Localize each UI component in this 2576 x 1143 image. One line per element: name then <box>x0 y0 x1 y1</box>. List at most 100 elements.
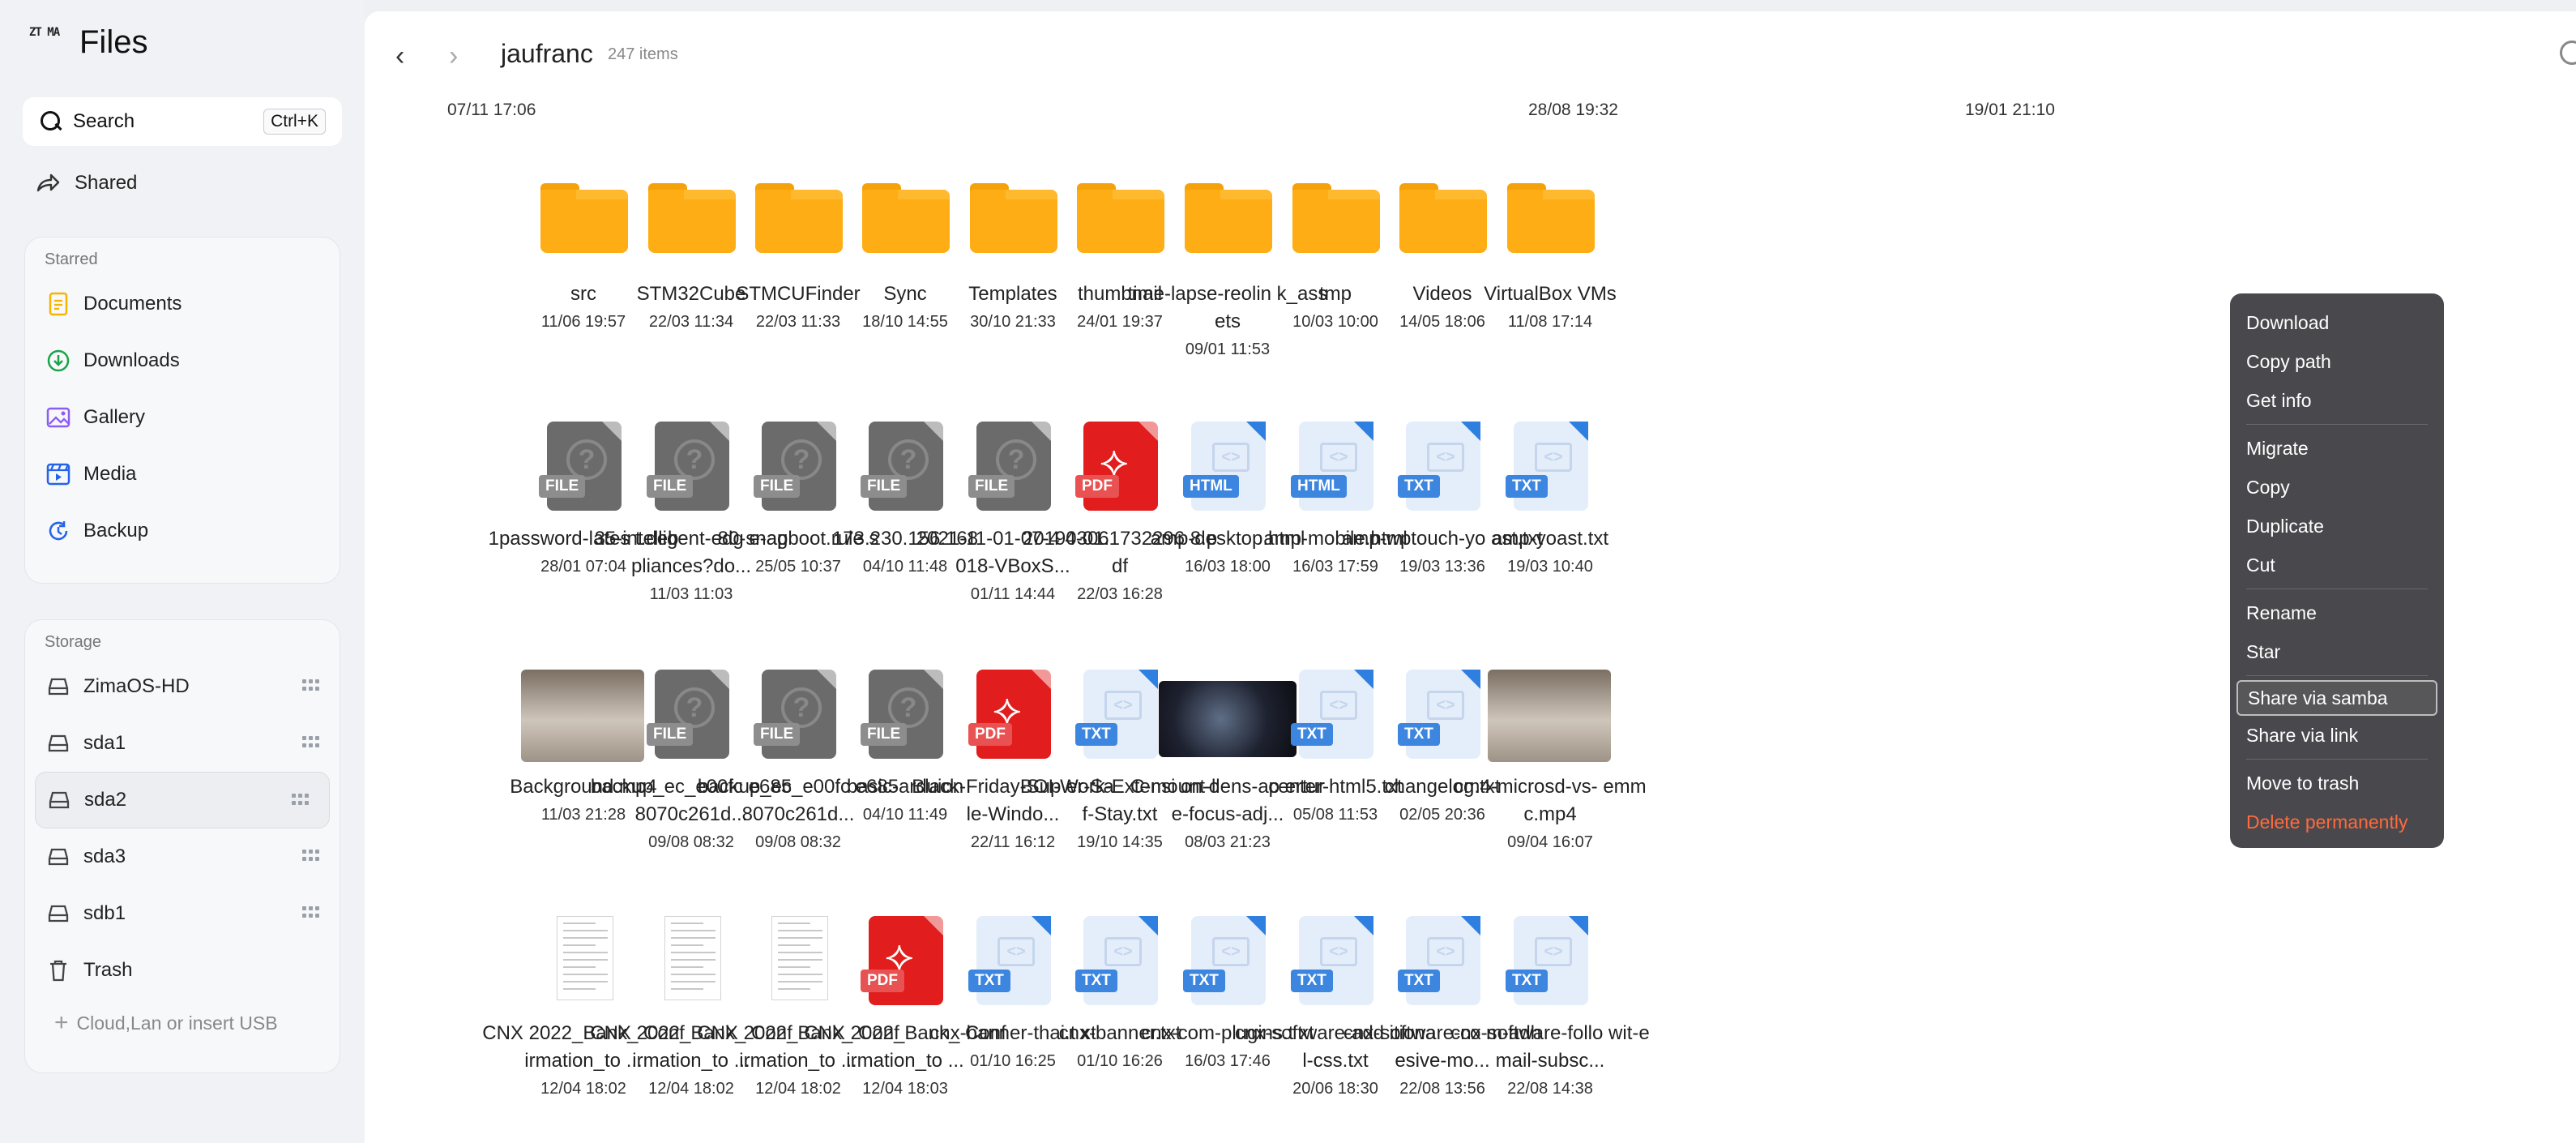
item-date: 19/01 21:10 <box>1965 101 2055 119</box>
file-date: 12/04 18:03 <box>862 1080 948 1098</box>
sidebar-item-backup[interactable]: Backup <box>25 503 340 559</box>
thumbnail: <> TXT <box>1449 422 1651 519</box>
sidebar-item-label: Trash <box>83 959 133 981</box>
file-type-badge: FILE <box>861 723 908 746</box>
menu-item-cut[interactable]: Cut <box>2236 546 2437 584</box>
sidebar-item-documents[interactable]: Documents <box>25 276 340 332</box>
sidebar-item-label: Backup <box>83 520 149 542</box>
starred-title: Starred <box>45 250 98 268</box>
menu-item-download[interactable]: Download <box>2236 303 2437 342</box>
item-count: 247 items <box>608 45 678 63</box>
menu-item-copy-path[interactable]: Copy path <box>2236 342 2437 381</box>
sidebar-item-media[interactable]: Media <box>25 446 340 503</box>
file-type-badge: FILE <box>754 475 801 498</box>
folder-item[interactable]: VirtualBox VMs 11/08 17:14 <box>1449 177 1651 332</box>
menu-item-rename[interactable]: Rename <box>2236 593 2437 632</box>
file-type-badge: FILE <box>754 723 801 746</box>
menu-item-duplicate[interactable]: Duplicate <box>2236 507 2437 546</box>
file-type-badge: PDF <box>968 723 1012 746</box>
image-icon <box>46 405 70 430</box>
add-storage-label: Cloud,Lan or insert USB <box>76 1012 278 1034</box>
file-name: cnx-software-follo wit-email-subsc... <box>1450 1022 1650 1072</box>
app-title: Files <box>79 24 148 60</box>
sidebar-item-gallery[interactable]: Gallery <box>25 389 340 446</box>
sidebar-item-label: sda3 <box>83 845 126 867</box>
sidebar-item-zimaos-hd[interactable]: ZimaOS-HD <box>25 658 340 715</box>
file-date: 09/01 11:53 <box>1185 340 1271 358</box>
menu-separator <box>2246 759 2428 760</box>
sidebar-item-sda3[interactable]: sda3 <box>25 828 340 885</box>
trash-icon <box>46 958 70 982</box>
drag-handle-icon[interactable] <box>292 794 310 807</box>
file-type-badge: TXT <box>1398 475 1440 498</box>
sidebar-item-sda1[interactable]: sda1 <box>25 715 340 772</box>
storage-panel: Storage ZimaOS-HD sda1 sda2 sda3 sdb1 Trash +… <box>24 619 340 1073</box>
menu-separator <box>2246 424 2428 425</box>
sidebar-item-label: Gallery <box>83 406 146 428</box>
app-logo: ZT MA <box>29 25 60 39</box>
drag-handle-icon[interactable] <box>302 906 320 919</box>
view-options-icon[interactable] <box>2560 41 2576 65</box>
drag-handle-icon[interactable] <box>302 679 320 692</box>
backup-icon <box>46 519 70 543</box>
thumbnail: <> TXT <box>1449 916 1651 1013</box>
file-type-badge: PDF <box>1075 475 1119 498</box>
share-icon <box>36 173 60 192</box>
file-type-badge: FILE <box>861 475 908 498</box>
file-type-badge: TXT <box>1398 970 1440 992</box>
sidebar-item-label: Shared <box>75 172 138 194</box>
film-icon <box>46 462 70 486</box>
file-type-badge: TXT <box>968 970 1010 992</box>
sidebar-item-label: sda1 <box>83 732 126 754</box>
file-type-badge: FILE <box>647 723 694 746</box>
sidebar-item-label: ZimaOS-HD <box>83 675 190 697</box>
menu-item-star[interactable]: Star <box>2236 632 2437 671</box>
file-item[interactable]: <> TXT amp-yoast.txt 19/03 10:40 <box>1449 422 1651 576</box>
file-date: 11/03 11:03 <box>649 585 733 603</box>
menu-item-migrate[interactable]: Migrate <box>2236 429 2437 468</box>
starred-panel: Starred Documents Downloads Gallery Media Ba… <box>24 237 340 584</box>
file-type-badge: TXT <box>1183 970 1225 992</box>
sidebar-item-shared[interactable]: Shared <box>36 172 137 195</box>
file-item[interactable]: cm4-microsd-vs- emmc.mp4 09/04 16:07 <box>1449 670 1651 852</box>
drag-handle-icon[interactable] <box>302 736 320 749</box>
file-type-badge: HTML <box>1183 475 1239 498</box>
plus-icon: + <box>54 1009 69 1036</box>
menu-item-share-via-link[interactable]: Share via link <box>2236 716 2437 755</box>
menu-item-share-via-samba[interactable]: Share via samba <box>2236 680 2437 716</box>
file-date: 22/08 14:38 <box>1507 1080 1593 1098</box>
file-type-badge: HTML <box>1291 475 1347 498</box>
sidebar-item-sda2[interactable]: sda2 <box>35 772 330 828</box>
drive-icon <box>47 788 71 812</box>
drive-icon <box>46 845 70 869</box>
back-arrow-icon[interactable]: ‹ <box>395 41 404 72</box>
file-name: amp-yoast.txt <box>1491 528 1609 550</box>
file-date: 22/03 16:28 <box>1077 585 1163 603</box>
file-item[interactable]: <> TXT cnx-software-follo wit-email-subsc.… <box>1449 916 1651 1098</box>
menu-item-delete-permanently[interactable]: Delete permanently <box>2236 803 2437 841</box>
menu-item-move-to-trash[interactable]: Move to trash <box>2236 764 2437 803</box>
file-name: cm4-microsd-vs- emmc.mp4 <box>1454 776 1647 825</box>
search-button[interactable]: Search Ctrl+K <box>23 97 342 146</box>
file-type-badge: TXT <box>1506 475 1548 498</box>
context-menu: Download Copy path Get info Migrate Copy Dupl… <box>2230 293 2444 848</box>
file-type-badge: FILE <box>647 475 694 498</box>
sidebar-item-label: Downloads <box>83 349 180 371</box>
folder-icon <box>1507 183 1595 253</box>
sidebar-item-label: sdb1 <box>83 902 126 924</box>
menu-item-get-info[interactable]: Get info <box>2236 381 2437 420</box>
add-storage-button[interactable]: + Cloud,Lan or insert USB <box>25 999 340 1047</box>
file-date: 09/04 16:07 <box>1507 833 1593 851</box>
file-type-badge: FILE <box>968 475 1015 498</box>
sidebar-item-sdb1[interactable]: sdb1 <box>25 885 340 942</box>
drag-handle-icon[interactable] <box>302 850 320 863</box>
file-type-badge: PDF <box>861 970 904 992</box>
sidebar-item-trash[interactable]: Trash <box>25 942 340 999</box>
menu-separator <box>2246 675 2428 676</box>
drive-icon <box>46 901 70 926</box>
file-type-badge: TXT <box>1398 723 1440 746</box>
menu-item-copy[interactable]: Copy <box>2236 468 2437 507</box>
sidebar-item-downloads[interactable]: Downloads <box>25 332 340 389</box>
sidebar-item-label: Media <box>83 463 137 485</box>
forward-arrow-icon[interactable]: › <box>449 41 458 72</box>
